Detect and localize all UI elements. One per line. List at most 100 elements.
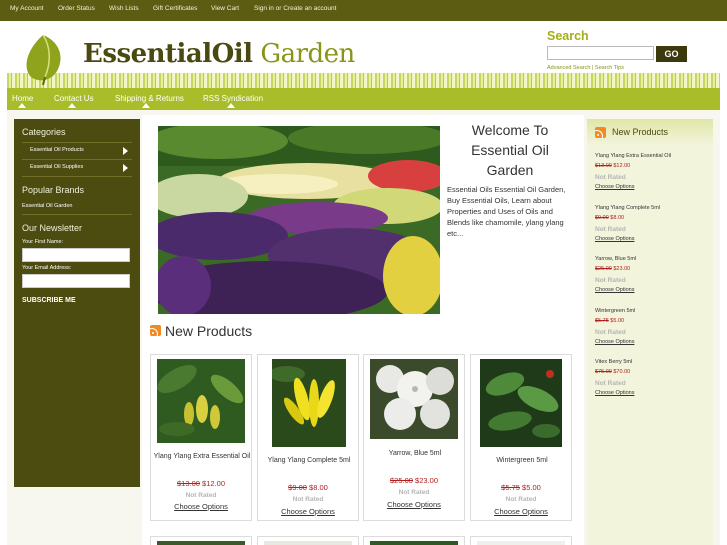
wish-lists-link[interactable]: Wish Lists <box>109 5 139 12</box>
product-card[interactable]: Ylang Ylang Extra Essential Oil $13.00 $… <box>150 354 252 521</box>
product-image <box>477 541 565 545</box>
grass-decoration <box>7 73 720 89</box>
product-price: $25.00 $23.00 <box>364 476 464 485</box>
sidebar-product[interactable]: Wintergreen 5ml $5.75 $5.00 Not Rated Ch… <box>595 308 705 345</box>
product-name[interactable]: Ylang Ylang Extra Essential Oil <box>153 451 251 462</box>
email-input[interactable] <box>22 274 130 288</box>
category-essential-oil-supplies[interactable]: Essential Oil Supplies <box>22 159 132 175</box>
product-image <box>264 541 352 545</box>
choose-options-link[interactable]: Choose Options <box>595 236 634 242</box>
new-products-heading: New Products <box>165 323 253 339</box>
choose-options-link[interactable]: Choose Options <box>595 184 634 190</box>
sidebar-product-name[interactable]: Ylang Ylang Complete 5ml <box>595 205 705 211</box>
search-title: Search <box>547 29 589 43</box>
intro-text: Essential Oils Essential Oil Garden, Buy… <box>447 185 566 238</box>
product-card-partial[interactable] <box>150 536 252 545</box>
sign-in-link[interactable]: Sign in or Create an account <box>254 5 336 12</box>
product-image[interactable] <box>272 359 346 447</box>
choose-options-link[interactable]: Choose Options <box>595 339 634 345</box>
chevron-right-icon <box>123 147 128 155</box>
sidebar-product[interactable]: Ylang Ylang Complete 5ml $9.00 $8.00 Not… <box>595 205 705 242</box>
order-status-link[interactable]: Order Status <box>58 5 95 12</box>
rating-text: Not Rated <box>595 277 626 284</box>
sidebar-product[interactable]: Ylang Ylang Extra Essential Oil $13.00 $… <box>595 153 705 190</box>
main-nav: Home Contact Us Shipping & Returns RSS S… <box>7 88 720 110</box>
choose-options-link[interactable]: Choose Options <box>595 390 634 396</box>
product-image[interactable] <box>480 359 562 447</box>
product-card-partial[interactable] <box>470 536 572 545</box>
sale-price: $5.00 <box>610 318 625 324</box>
nav-rss-syndication[interactable]: RSS Syndication <box>203 94 263 103</box>
product-card[interactable]: Ylang Ylang Complete 5ml $9.00 $8.00 Not… <box>257 354 359 521</box>
category-essential-oil-products[interactable]: Essential Oil Products <box>22 142 132 158</box>
rating-text: Not Rated <box>595 329 626 336</box>
sale-price: $70.00 <box>613 369 631 375</box>
rating-text: Not Rated <box>595 174 626 181</box>
subscribe-button[interactable]: SUBSCRIBE ME <box>22 297 76 304</box>
product-image <box>157 541 245 545</box>
sidebar-product-name[interactable]: Yarrow, Blue 5ml <box>595 256 705 262</box>
product-price: $9.00 $8.00 <box>258 483 358 492</box>
logo-part-2: Garden <box>260 39 355 69</box>
sidebar-product-name[interactable]: Vitex Berry 5ml <box>595 359 705 365</box>
product-card-partial[interactable] <box>257 536 359 545</box>
categories-heading: Categories <box>22 127 66 137</box>
product-name[interactable]: Wintergreen 5ml <box>473 455 571 466</box>
old-price: $9.00 <box>288 483 307 492</box>
product-price: $13.00 $12.00 <box>151 479 251 488</box>
sidebar-product-name[interactable]: Wintergreen 5ml <box>595 308 705 314</box>
choose-options-link[interactable]: Choose Options <box>258 507 358 516</box>
site-logo[interactable]: EssentialOil Garden <box>83 39 355 69</box>
sidebar-product-price: $75.00 $70.00 <box>595 369 630 375</box>
sale-price: $12.00 <box>613 163 631 169</box>
product-name[interactable]: Ylang Ylang Complete 5ml <box>260 455 358 466</box>
product-name[interactable]: Yarrow, Blue 5ml <box>366 448 464 459</box>
search-input[interactable] <box>547 46 654 60</box>
sale-price: $12.00 <box>202 479 225 488</box>
choose-options-link[interactable]: Choose Options <box>151 502 251 511</box>
my-account-link[interactable]: My Account <box>10 5 44 12</box>
nav-contact-indicator <box>68 103 76 108</box>
leaf-logo-icon[interactable] <box>21 33 65 85</box>
nav-home[interactable]: Home <box>12 94 33 103</box>
newsletter-heading: Our Newsletter <box>22 223 83 233</box>
gift-certificates-link[interactable]: Gift Certificates <box>153 5 197 12</box>
nav-shipping-returns[interactable]: Shipping & Returns <box>115 94 184 103</box>
right-new-products-heading: New Products <box>612 127 669 137</box>
view-cart-link[interactable]: View Cart <box>211 5 239 12</box>
product-card[interactable]: Wintergreen 5ml $5.75 $5.00 Not Rated Ch… <box>470 354 572 521</box>
search-go-button[interactable]: GO <box>656 46 687 62</box>
rating-text: Not Rated <box>398 489 430 496</box>
popular-brands-heading: Popular Brands <box>22 185 85 195</box>
sidebar-product[interactable]: Yarrow, Blue 5ml $25.00 $23.00 Not Rated… <box>595 256 705 293</box>
old-price: $25.00 <box>595 266 612 272</box>
rating-text: Not Rated <box>292 496 324 503</box>
brand-essential-oil-garden[interactable]: Essential Oil Garden <box>22 203 72 209</box>
sidebar-product-name[interactable]: Ylang Ylang Extra Essential Oil <box>595 153 705 159</box>
product-image[interactable] <box>370 359 458 439</box>
choose-options-link[interactable]: Choose Options <box>595 287 634 293</box>
rss-icon[interactable] <box>150 325 161 336</box>
product-image[interactable] <box>157 359 245 443</box>
old-price: $13.00 <box>177 479 200 488</box>
category-label: Essential Oil Products <box>30 147 84 153</box>
advanced-search-links[interactable]: Advanced Search | Search Tips <box>547 65 624 71</box>
sidebar-product[interactable]: Vitex Berry 5ml $75.00 $70.00 Not Rated … <box>595 359 705 396</box>
chevron-right-icon <box>123 164 128 172</box>
old-price: $13.00 <box>595 163 612 169</box>
rating-text: Not Rated <box>595 380 626 387</box>
first-name-input[interactable] <box>22 248 130 262</box>
choose-options-link[interactable]: Choose Options <box>364 500 464 509</box>
nav-contact-us[interactable]: Contact Us <box>54 94 94 103</box>
nav-home-indicator <box>18 103 26 108</box>
product-card[interactable]: Yarrow, Blue 5ml $25.00 $23.00 Not Rated… <box>363 354 465 521</box>
welcome-heading: Welcome To Essential Oil Garden <box>471 122 549 178</box>
tulip-garden-image <box>158 126 440 314</box>
rating-text: Not Rated <box>595 226 626 233</box>
rss-icon[interactable] <box>595 127 606 138</box>
choose-options-link[interactable]: Choose Options <box>471 507 571 516</box>
product-card-partial[interactable] <box>363 536 465 545</box>
product-price: $5.75 $5.00 <box>471 483 571 492</box>
sidebar-product-price: $5.75 $5.00 <box>595 318 624 324</box>
logo-part-1: EssentialOil <box>83 39 253 69</box>
